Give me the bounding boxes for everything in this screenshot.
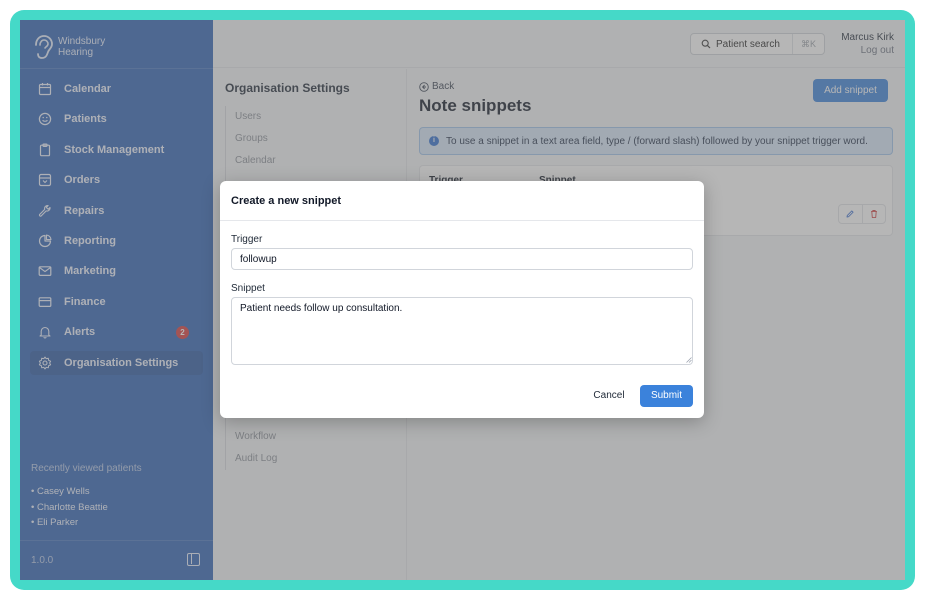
trigger-label: Trigger xyxy=(231,234,263,245)
modal-title: Create a new snippet xyxy=(231,195,342,207)
submit-button[interactable]: Submit xyxy=(640,385,693,407)
snippet-textarea[interactable]: Patient needs follow up consultation. xyxy=(231,297,693,365)
resize-grip-icon[interactable] xyxy=(686,357,692,363)
create-snippet-modal: Create a new snippet Trigger Snippet Pat… xyxy=(220,181,704,418)
divider xyxy=(220,220,704,221)
app-window: Windsbury Hearing Calendar Patients Stoc… xyxy=(20,20,905,580)
snippet-label: Snippet xyxy=(231,283,265,294)
cancel-button[interactable]: Cancel xyxy=(584,385,634,407)
trigger-input[interactable] xyxy=(231,248,693,270)
